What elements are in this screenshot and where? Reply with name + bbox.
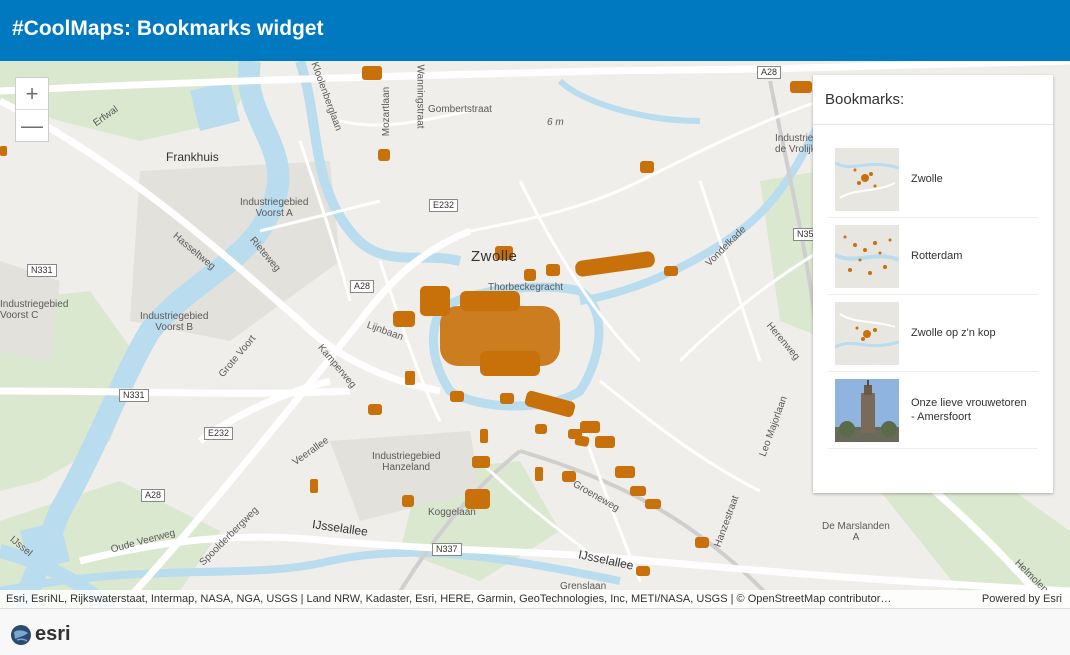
label-frankhuis: Frankhuis xyxy=(166,150,219,164)
bookmark-label: Zwolle op z'n kop xyxy=(911,327,996,339)
bookmark-item-rotterdam[interactable]: Rotterdam xyxy=(828,218,1038,295)
esri-logo-text: esri xyxy=(35,623,71,645)
label-koggelaan: Koggelaan xyxy=(428,507,476,518)
label-voorst-a: Industriegebied Voorst A xyxy=(240,197,309,219)
label-zwolle: Zwolle xyxy=(471,248,518,265)
zoom-control: + — xyxy=(15,77,49,142)
label-gombertstraat: Gombertstraat xyxy=(428,104,492,115)
shield-a28: A28 xyxy=(757,66,782,79)
app-header: #CoolMaps: Bookmarks widget xyxy=(0,0,1070,61)
app-footer: esri xyxy=(0,608,1070,655)
page-title: #CoolMaps: Bookmarks widget xyxy=(12,17,324,40)
shield-e232: E232 xyxy=(204,427,234,440)
map-attribution: Esri, EsriNL, Rijkswaterstaat, Intermap,… xyxy=(0,590,1070,608)
label-mozartlaan: Mozartlaan xyxy=(381,86,393,137)
label-voorst-b: Industriegebied Voorst B xyxy=(140,311,209,333)
zoom-out-button[interactable]: — xyxy=(16,110,48,141)
shield-a28: A28 xyxy=(350,280,375,293)
label-thorbeckegracht: Thorbeckegracht xyxy=(488,282,564,293)
bookmark-label: Zwolle xyxy=(911,173,943,185)
powered-by-text[interactable]: Powered by Esri xyxy=(982,590,1062,608)
globe-icon xyxy=(11,624,31,645)
bookmark-thumbnail xyxy=(835,225,899,288)
bookmarks-panel: Bookmarks: Zwolle Rotterdam Zwolle op z'… xyxy=(813,75,1053,493)
zoom-in-button[interactable]: + xyxy=(16,78,48,110)
bookmark-item-zwolle-op-zn-kop[interactable]: Zwolle op z'n kop xyxy=(828,295,1038,372)
bookmark-label: Onze lieve vrouwetoren - Amersfoort xyxy=(911,397,1027,423)
shield-e232: E232 xyxy=(429,199,459,212)
esri-logo[interactable]: esri xyxy=(10,623,71,646)
bookmark-item-zwolle[interactable]: Zwolle xyxy=(828,141,1038,218)
map-view[interactable]: Zwolle Frankhuis Industriegebied Voorst … xyxy=(0,61,1070,608)
bookmark-thumbnail xyxy=(835,148,899,211)
label-six-m: 6 m xyxy=(547,117,564,128)
shield-a28: A28 xyxy=(141,489,166,502)
label-de-marslanden: De Marslanden A xyxy=(822,521,890,543)
bookmark-thumbnail xyxy=(835,302,899,365)
label-voorst-c: Industriegebied Voorst C xyxy=(0,299,69,321)
bookmarks-list: Zwolle Rotterdam Zwolle op z'n kop Onze … xyxy=(828,141,1038,449)
bookmarks-title: Bookmarks: xyxy=(813,75,1053,125)
label-wanningstraat: Wanningstraat xyxy=(414,64,426,129)
label-hanzeland: Industriegebied Hanzeland xyxy=(372,451,441,473)
attribution-text: Esri, EsriNL, Rijkswaterstaat, Intermap,… xyxy=(6,593,892,605)
shield-n331: N331 xyxy=(119,389,149,402)
bookmark-item-onze-lieve-vrouwetoren[interactable]: Onze lieve vrouwetoren - Amersfoort xyxy=(828,372,1038,449)
bookmark-label: Rotterdam xyxy=(911,250,963,262)
bookmark-thumbnail xyxy=(835,379,899,442)
shield-n337: N337 xyxy=(432,543,462,556)
shield-n331: N331 xyxy=(27,264,57,277)
